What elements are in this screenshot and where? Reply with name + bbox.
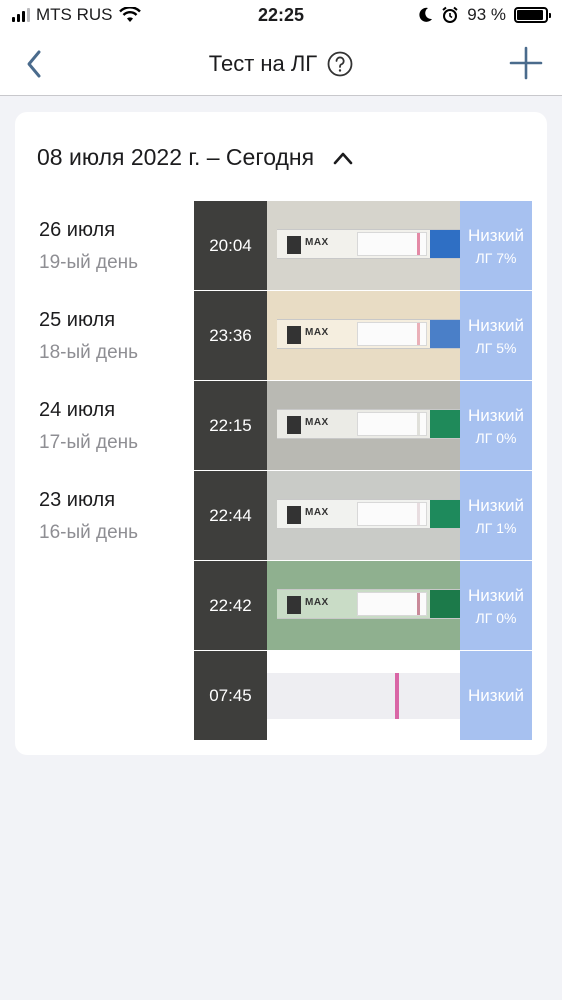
test-row[interactable]: 20:04 MAX Низкий ЛГ 7% [194,201,532,291]
strip-dip-mark [287,416,301,434]
strip-test-line [417,233,420,255]
test-row[interactable]: 07:45 Низкий [194,651,532,741]
test-strip: MAX [277,229,460,259]
strip-test-line [417,593,420,615]
period-label: 08 июля 2022 г. – Сегодня [37,144,315,170]
strip-handle [430,410,460,438]
battery-fill [517,10,544,20]
test-row[interactable]: 23:36 MAX Низкий ЛГ 5% [194,291,532,381]
battery-icon [514,7,551,23]
strip-dip-mark [287,236,301,254]
lh-level-badge: Низкий [460,651,532,740]
test-strip-photo [267,651,460,740]
date-item: 25 июля 18-ый день [39,291,199,381]
lh-level-badge: Низкий ЛГ 1% [460,471,532,560]
lh-level-text: Низкий [468,685,524,705]
date-item: 26 июля 19-ый день [39,201,199,291]
lh-percent: ЛГ 1% [475,519,517,536]
lh-level-badge: Низкий ЛГ 5% [460,291,532,380]
test-strip: MAX [277,409,460,439]
strip-test-line [417,323,420,345]
strip-test-line [395,673,399,719]
test-strip-photo: MAX [267,471,460,560]
test-time: 07:45 [194,651,267,740]
test-strip: MAX [277,589,460,619]
lh-level-badge: Низкий ЛГ 7% [460,201,532,290]
lh-level-badge: Низкий ЛГ 0% [460,561,532,650]
test-strip-photo: MAX [267,561,460,650]
strip-max-label: MAX [305,327,329,338]
date-item: 23 июля 16-ый день [39,471,199,561]
cycle-day-label: 16-ый день [39,522,139,543]
page-title: Тест на ЛГ [208,51,318,76]
test-strip: MAX [277,499,460,529]
plus-icon[interactable] [508,45,544,81]
strip-max-label: MAX [305,597,329,608]
date-label: 23 июля [39,489,116,511]
lh-level-text: Низкий [468,495,524,515]
test-time: 22:44 [194,471,267,560]
strip-handle [430,590,460,618]
strip-dip-mark [287,506,301,524]
date-label: 25 июля [39,309,116,331]
strip-test-line [417,503,420,525]
cycle-day-label: 19-ый день [39,252,139,273]
tests-list: 20:04 MAX Низкий ЛГ 7% 23:36 MAX Низкий ЛГ 5% 22… [194,201,532,741]
test-time: 23:36 [194,291,267,380]
lh-percent: ЛГ 0% [475,429,517,446]
lh-level-text: Низкий [468,315,524,335]
test-time: 22:42 [194,561,267,650]
lh-percent: ЛГ 0% [475,609,517,626]
period-header[interactable]: 08 июля 2022 г. – Сегодня [37,144,354,171]
page-title-container: Тест на ЛГ [0,51,562,77]
navigation-bar: Тест на ЛГ [0,32,562,96]
lh-level-text: Низкий [468,585,524,605]
test-time: 22:15 [194,381,267,470]
question-circle-icon[interactable] [327,51,353,77]
test-strip: MAX [277,319,460,349]
lh-level-badge: Низкий ЛГ 0% [460,381,532,470]
test-row[interactable]: 22:42 MAX Низкий ЛГ 0% [194,561,532,651]
moon-icon [419,7,433,22]
battery-percent: 93 % [467,5,506,24]
strip-max-label: MAX [305,417,329,428]
test-time: 20:04 [194,201,267,290]
lh-percent: ЛГ 7% [475,249,517,266]
strip-handle [430,320,460,348]
cycle-day-label: 18-ый день [39,342,139,363]
strip-max-label: MAX [305,237,329,248]
status-bar: MTS RUS 22:25 93 % [0,0,562,32]
lh-level-text: Низкий [468,405,524,425]
lh-percent: ЛГ 5% [475,339,517,356]
chevron-up-icon[interactable] [332,150,354,166]
date-label: 24 июля [39,399,116,421]
strip-dip-mark [287,596,301,614]
test-strip-photo: MAX [267,201,460,290]
test-row[interactable]: 22:44 MAX Низкий ЛГ 1% [194,471,532,561]
date-label: 26 июля [39,219,116,241]
cycle-day-label: 17-ый день [39,432,139,453]
test-strip [267,673,460,719]
test-strip-photo: MAX [267,291,460,380]
dates-column: 26 июля 19-ый день 25 июля 18-ый день 24 июл… [39,201,199,561]
lh-test-history-card: 08 июля 2022 г. – Сегодня 26 июля 19-ый д… [15,112,547,755]
strip-handle [430,500,460,528]
strip-max-label: MAX [305,507,329,518]
lh-level-text: Низкий [468,225,524,245]
test-strip-photo: MAX [267,381,460,470]
alarm-icon [442,6,458,23]
strip-handle [430,230,460,258]
strip-dip-mark [287,326,301,344]
strip-test-line [417,413,420,435]
test-row[interactable]: 22:15 MAX Низкий ЛГ 0% [194,381,532,471]
status-right: 93 % [419,5,551,25]
date-item: 24 июля 17-ый день [39,381,199,471]
